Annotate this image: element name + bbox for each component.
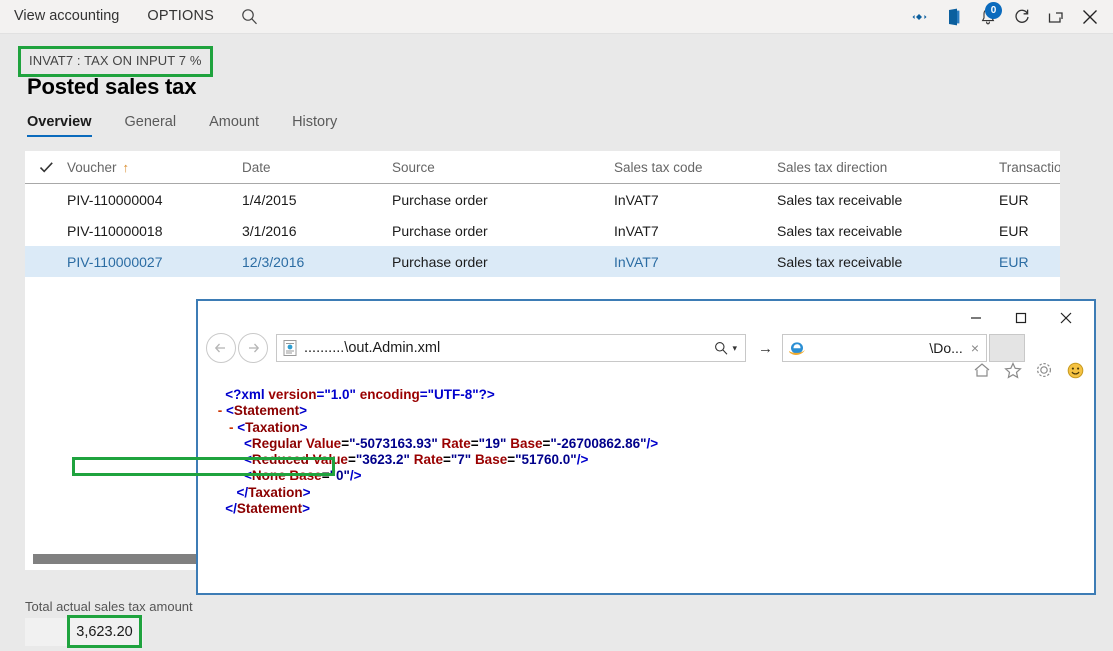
cell-transaction: EUR [999, 222, 1029, 239]
browser-tab[interactable]: \Do... × [782, 334, 987, 362]
internet-explorer-logo-icon [788, 340, 806, 356]
address-search-group[interactable]: ▾ [714, 341, 745, 355]
ie-navigation-row: ..........\out.Admin.xml ▾ → \Do... × [206, 331, 1086, 365]
select-all-checkmark-icon[interactable] [25, 161, 67, 174]
cell-sales-tax-direction: Sales tax receivable [777, 253, 903, 270]
new-tab-button[interactable] [989, 334, 1025, 362]
table-row-selected[interactable]: PIV-110000027 12/3/2016 Purchase order I… [25, 246, 1060, 277]
xml-line-regular: <Regular Value="-5073163.93" Rate="19" B… [244, 435, 659, 451]
refresh-icon[interactable] [1005, 0, 1039, 33]
total-actual-sales-tax-label: Total actual sales tax amount [25, 599, 193, 614]
cell-source: Purchase order [392, 253, 488, 270]
cell-sales-tax-code: InVAT7 [614, 191, 659, 208]
favorites-star-icon[interactable] [1002, 359, 1024, 381]
xml-line-statement-close: </Statement> [225, 501, 311, 517]
cell-sales-tax-direction: Sales tax receivable [777, 191, 903, 208]
address-bar-value: ..........\out.Admin.xml [304, 340, 441, 356]
cell-date: 12/3/2016 [242, 253, 305, 270]
xml-line-taxation-open: - <Taxation> [214, 419, 308, 435]
close-button[interactable] [1043, 303, 1088, 333]
cell-transaction: EUR [999, 191, 1029, 208]
record-caption-highlight: INVAT7 : TAX ON INPUT 7 % [18, 46, 213, 77]
forward-button[interactable] [238, 333, 268, 363]
office-app-icon[interactable] [937, 0, 971, 33]
cell-voucher: PIV-110000027 [67, 253, 163, 270]
dynamics-posted-sales-tax-page: View accounting OPTIONS 0 INVAT7: TAX O… [0, 0, 1113, 651]
notification-count-badge: 0 [985, 2, 1002, 19]
browser-tab-title: \Do... [929, 340, 963, 356]
search-dropdown-icon[interactable]: ▾ [732, 343, 737, 354]
column-header-sales-tax-direction[interactable]: Sales tax direction [777, 160, 999, 175]
column-header-date[interactable]: Date [242, 160, 392, 175]
search-icon[interactable] [232, 0, 266, 33]
tab-close-icon[interactable]: × [963, 340, 986, 356]
record-caption: INVAT7 : TAX ON INPUT 7 % [29, 53, 202, 68]
cell-date: 3/1/2016 [242, 222, 297, 239]
cell-source: Purchase order [392, 222, 488, 239]
tab-strip: Overview General Amount History [27, 114, 370, 137]
ie-command-icon-group [971, 359, 1086, 381]
go-arrow-icon[interactable]: → [758, 340, 773, 357]
xml-document-icon [283, 340, 297, 356]
address-bar[interactable]: ..........\out.Admin.xml ▾ [276, 334, 746, 362]
xml-line-reduced: <Reduced Value="3623.2" Rate="7" Base="5… [244, 452, 589, 468]
tab-general[interactable]: General [125, 114, 177, 137]
xml-line-declaration: <?xml version="1.0" encoding="UTF-8"?> [225, 387, 495, 402]
total-actual-sales-tax-value: 3,623.20 [76, 623, 133, 640]
cell-voucher: PIV-110000018 [67, 222, 163, 239]
cell-transaction: EUR [999, 253, 1029, 270]
table-row[interactable]: PIV-110000004 1/4/2015 Purchase order In… [25, 184, 1060, 215]
maximize-button[interactable] [998, 303, 1043, 333]
cell-sales-tax-code: InVAT7 [614, 222, 659, 239]
cell-source: Purchase order [392, 191, 488, 208]
cell-sales-tax-direction: Sales tax receivable [777, 222, 903, 239]
xml-line-none: <None Base="0"/> [244, 468, 362, 484]
back-button[interactable] [206, 333, 236, 363]
page-title: Posted sales tax [27, 74, 197, 99]
cell-date: 1/4/2015 [242, 191, 297, 208]
total-actual-sales-tax-highlight: 3,623.20 [67, 615, 142, 648]
column-header-source[interactable]: Source [392, 160, 614, 175]
diamond-settings-icon[interactable] [903, 0, 937, 33]
column-header-transaction[interactable]: Transaction [999, 160, 1060, 175]
tab-overview[interactable]: Overview [27, 114, 92, 137]
menu-options[interactable]: OPTIONS [133, 0, 228, 33]
xml-line-taxation-close: </Taxation> [236, 484, 311, 500]
tab-amount[interactable]: Amount [209, 114, 259, 137]
top-right-icon-group: 0 [903, 0, 1113, 33]
cell-voucher: PIV-110000004 [67, 191, 163, 208]
ie-titlebar [192, 301, 1094, 335]
sort-ascending-icon: ↑ [122, 159, 130, 175]
xml-document-view: <?xml version="1.0" encoding="UTF-8"?> -… [214, 387, 1084, 587]
menu-view-accounting[interactable]: View accounting [0, 0, 133, 33]
tab-history[interactable]: History [292, 114, 337, 137]
top-command-bar: View accounting OPTIONS 0 [0, 0, 1113, 34]
column-header-voucher-label: Voucher [67, 159, 117, 175]
column-header-voucher[interactable]: Voucher ↑ [67, 160, 242, 175]
xml-line-statement-open: - <Statement> [214, 403, 308, 419]
minimize-button[interactable] [953, 303, 998, 333]
home-icon[interactable] [971, 359, 993, 381]
table-row[interactable]: PIV-110000018 3/1/2016 Purchase order In… [25, 215, 1060, 246]
close-icon[interactable] [1073, 0, 1107, 33]
feedback-smiley-icon[interactable] [1064, 359, 1086, 381]
grid-header-row: Voucher ↑ Date Source Sales tax code Sale… [25, 151, 1060, 184]
cell-sales-tax-code: InVAT7 [614, 253, 659, 270]
column-header-sales-tax-code[interactable]: Sales tax code [614, 160, 777, 175]
open-in-new-window-icon[interactable] [1039, 0, 1073, 33]
internet-explorer-window: ..........\out.Admin.xml ▾ → \Do... × <?… [196, 299, 1096, 595]
tools-gear-icon[interactable] [1033, 359, 1055, 381]
notifications-bell-icon[interactable]: 0 [971, 0, 1005, 33]
